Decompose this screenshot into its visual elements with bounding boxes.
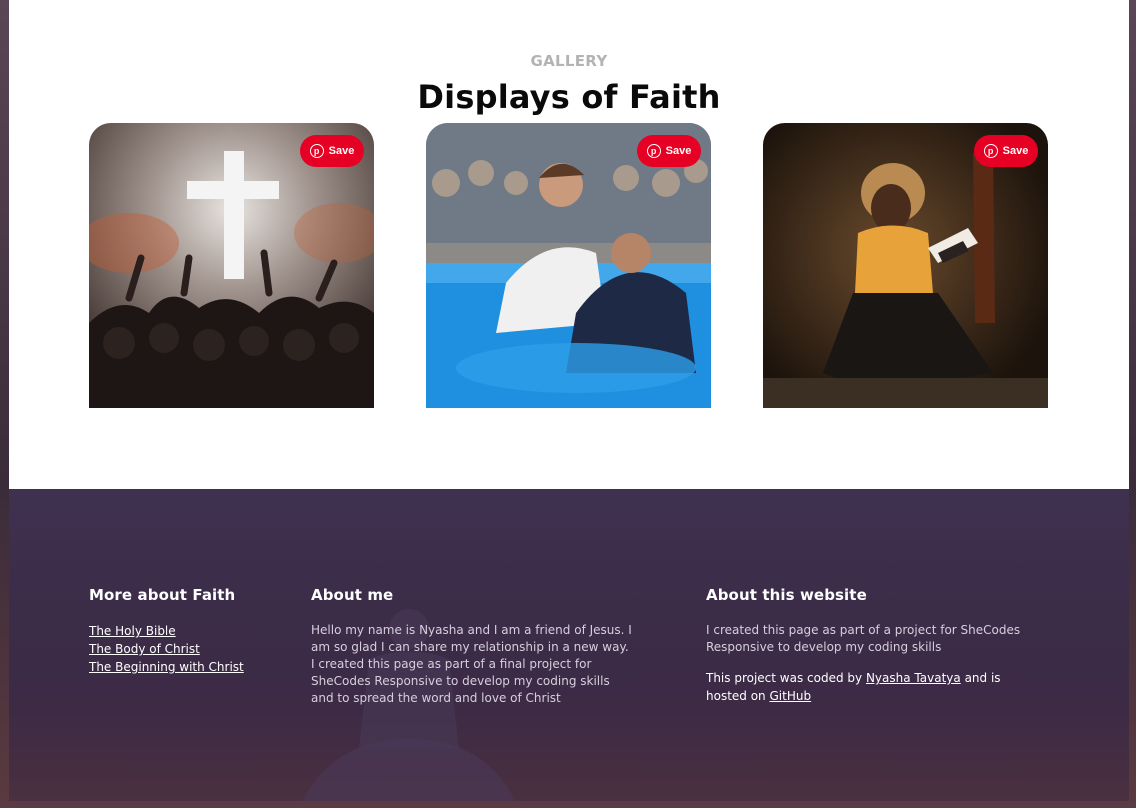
gallery-card-worship[interactable]: p Save — [89, 123, 374, 408]
link-holy-bible[interactable]: The Holy Bible — [89, 622, 244, 640]
pinterest-save-button[interactable]: p Save — [974, 135, 1038, 167]
footer-heading-faith: More about Faith — [89, 586, 236, 604]
link-body-of-christ[interactable]: The Body of Christ — [89, 640, 244, 658]
pinterest-save-button[interactable]: p Save — [637, 135, 701, 167]
pinterest-icon: p — [983, 144, 998, 158]
gallery-eyebrow: GALLERY — [530, 52, 608, 70]
save-label: Save — [1002, 145, 1029, 157]
footer-heading-about-website: About this website — [706, 586, 867, 604]
pinterest-save-button[interactable]: p Save — [300, 135, 364, 167]
github-link[interactable]: GitHub — [770, 689, 812, 703]
footer-col-about-me: About me Hello my name is Nyasha and I a… — [311, 586, 661, 707]
pinterest-icon: p — [646, 144, 661, 158]
footer-col-more-about-faith: More about Faith The Holy Bible The Body… — [89, 586, 244, 676]
bottom-frame-border — [0, 801, 1136, 808]
about-website-text: I created this page as part of a project… — [706, 623, 1021, 654]
footer-col-about-website: About this website I created this page a… — [706, 586, 1056, 705]
left-frame-border — [0, 0, 9, 808]
footer-heading-about-me: About me — [311, 586, 394, 604]
credits-text: This project was coded by Nyasha Tavatya… — [706, 671, 1001, 703]
gallery-card-baptism[interactable]: p Save — [426, 123, 711, 408]
gallery-section: GALLERY Displays of Faith p Save p Save … — [9, 0, 1129, 489]
save-label: Save — [328, 145, 355, 157]
about-me-text: Hello my name is Nyasha and I am a frien… — [311, 623, 632, 705]
author-link[interactable]: Nyasha Tavatya — [866, 671, 961, 685]
gallery-card-reading[interactable]: p Save — [763, 123, 1048, 408]
save-label: Save — [665, 145, 692, 157]
gallery-title: Displays of Faith — [417, 78, 721, 116]
right-frame-border — [1129, 0, 1136, 808]
link-beginning-with-christ[interactable]: The Beginning with Christ — [89, 658, 244, 676]
site-footer: More about Faith The Holy Bible The Body… — [9, 489, 1129, 801]
pinterest-icon: p — [309, 144, 324, 158]
